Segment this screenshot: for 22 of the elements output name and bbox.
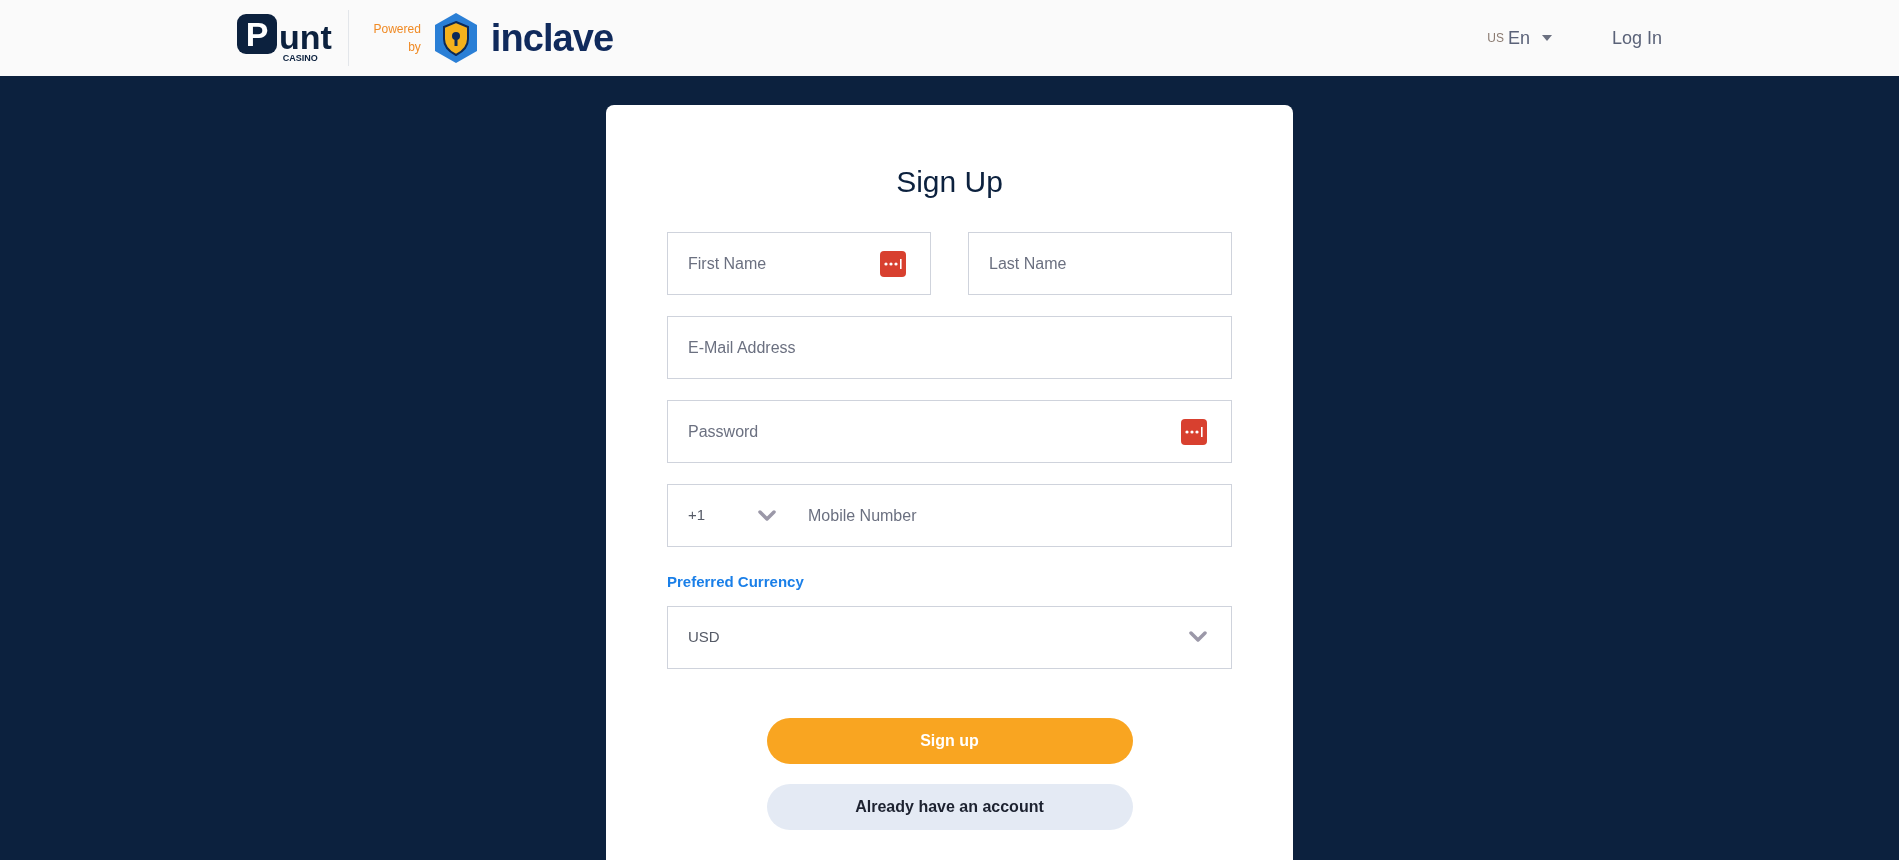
caret-icon bbox=[1541, 35, 1552, 41]
input-field[interactable]: Password bbox=[667, 400, 1232, 463]
input-field[interactable]: Last Name bbox=[968, 232, 1232, 295]
shield-icon bbox=[432, 12, 479, 64]
phone-field[interactable]: +1 Mobile Number bbox=[667, 484, 1232, 547]
language-selector[interactable]: US En bbox=[1487, 24, 1552, 52]
input-field[interactable]: First Name bbox=[667, 232, 931, 295]
currency-label: Preferred Currency bbox=[667, 572, 805, 592]
form-title: Sign Up bbox=[895, 167, 1004, 197]
dots-icon[interactable] bbox=[1181, 418, 1207, 445]
country-code[interactable]: +1 bbox=[688, 504, 758, 527]
currency-select[interactable]: USD bbox=[667, 605, 1232, 669]
partner-logo-text: inclave bbox=[490, 15, 614, 61]
login-link[interactable]: Log In bbox=[1611, 24, 1662, 52]
login-account-button[interactable]: Already have an account bbox=[766, 783, 1133, 830]
mobile-placeholder: Mobile Number bbox=[808, 505, 917, 526]
dots-icon[interactable] bbox=[880, 250, 906, 277]
input-field[interactable]: E-Mail Address bbox=[667, 316, 1232, 379]
chevron-down-icon bbox=[758, 509, 776, 522]
logo[interactable]: P unt CASINO bbox=[237, 13, 332, 63]
chevron-down-icon bbox=[1189, 631, 1207, 643]
powered-by-text: Powered by bbox=[372, 21, 421, 56]
